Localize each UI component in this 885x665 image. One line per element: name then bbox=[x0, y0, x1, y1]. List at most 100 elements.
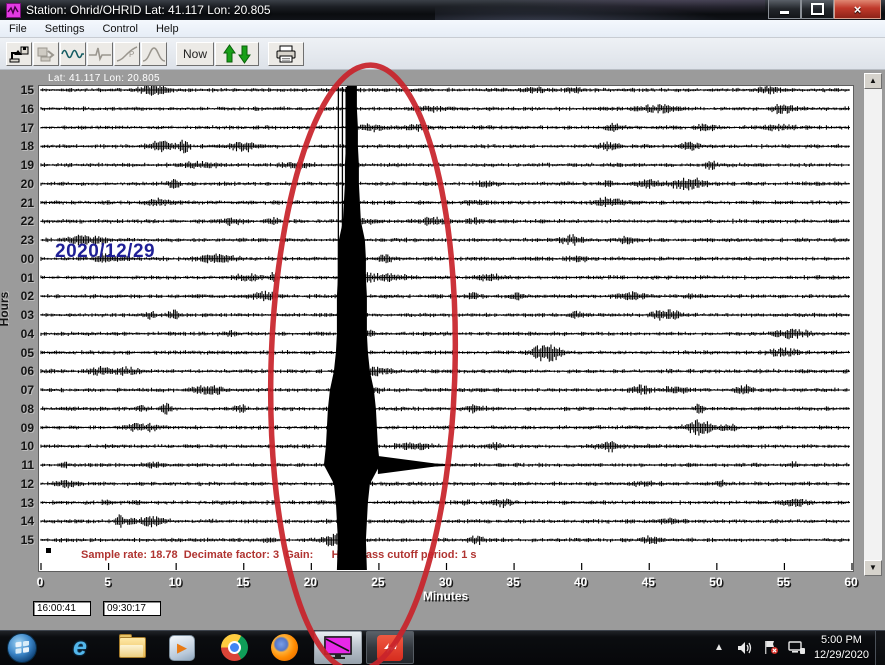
red-utility-app-icon bbox=[377, 635, 403, 661]
waveform-icon bbox=[61, 45, 85, 63]
hour-label: 10 bbox=[6, 440, 34, 452]
load-trace-button[interactable] bbox=[6, 42, 32, 66]
volume-icon[interactable] bbox=[732, 631, 758, 664]
action-center-flag-icon[interactable] bbox=[758, 631, 784, 664]
scroll-up-button[interactable]: ▲ bbox=[864, 73, 882, 89]
hour-label: 04 bbox=[6, 328, 34, 340]
taskbar: e ▶ ▲ bbox=[0, 630, 885, 665]
hour-label: 23 bbox=[6, 234, 34, 246]
file-explorer-button[interactable] bbox=[110, 631, 154, 664]
hour-label: 07 bbox=[6, 384, 34, 396]
hour-label: 11 bbox=[6, 459, 34, 471]
clock-time: 5:00 PM bbox=[814, 633, 869, 648]
seismograph-app-button-active[interactable] bbox=[314, 631, 362, 664]
menu-file[interactable]: File bbox=[0, 22, 36, 36]
menu-control[interactable]: Control bbox=[93, 22, 146, 36]
maximize-button[interactable] bbox=[801, 0, 834, 19]
minimize-button[interactable] bbox=[768, 0, 801, 19]
hour-label: 09 bbox=[6, 422, 34, 434]
red-utility-app-button[interactable] bbox=[366, 631, 414, 664]
now-button-label: Now bbox=[183, 47, 207, 61]
time-field-cursor[interactable]: 09:30:17 bbox=[103, 601, 161, 616]
hour-label: 15 bbox=[6, 84, 34, 96]
x-tick-label: 35 bbox=[506, 576, 519, 588]
hour-label: 19 bbox=[6, 159, 34, 171]
start-button[interactable] bbox=[0, 631, 44, 664]
x-tick-label: 55 bbox=[777, 576, 790, 588]
x-tick-label: 0 bbox=[37, 576, 44, 588]
seismogram-plot[interactable]: Sample rate: 18.78 Decimate factor: 3 Ga… bbox=[38, 85, 854, 572]
save-trace-icon bbox=[35, 45, 57, 63]
hour-label: 05 bbox=[6, 347, 34, 359]
close-button[interactable]: × bbox=[834, 0, 881, 19]
scale-buttons[interactable] bbox=[215, 42, 259, 66]
vertical-scrollbar[interactable]: ▲ ▼ bbox=[863, 72, 883, 577]
system-tray: ▲ 5:00 PM 12/29/2020 bbox=[706, 630, 885, 665]
x-tick-label: 50 bbox=[709, 576, 722, 588]
menu-bar: File Settings Control Help bbox=[0, 20, 885, 38]
print-icon bbox=[275, 45, 297, 63]
window-title: Station: Ohrid/OHRID Lat: 41.117 Lon: 20… bbox=[26, 3, 271, 17]
firefox-button[interactable] bbox=[262, 631, 306, 664]
hour-label: 12 bbox=[6, 478, 34, 490]
folder-icon bbox=[119, 637, 146, 658]
x-tick-label: 10 bbox=[168, 576, 181, 588]
hour-label: 15 bbox=[6, 534, 34, 546]
menu-help[interactable]: Help bbox=[147, 22, 188, 36]
x-tick-label: 15 bbox=[236, 576, 249, 588]
x-tick-label: 30 bbox=[439, 576, 452, 588]
hour-label: 13 bbox=[6, 497, 34, 509]
x-tick-label: 45 bbox=[642, 576, 655, 588]
now-button[interactable]: Now bbox=[176, 42, 214, 66]
hour-label: 06 bbox=[6, 365, 34, 377]
scroll-down-button[interactable]: ▼ bbox=[864, 560, 882, 576]
bell-filter-button-disabled[interactable] bbox=[141, 42, 167, 66]
app-window: Station: Ohrid/OHRID Lat: 41.117 Lon: 20… bbox=[0, 0, 885, 665]
save-trace-button-disabled[interactable] bbox=[33, 42, 59, 66]
hour-label: 17 bbox=[6, 122, 34, 134]
minimize-icon bbox=[780, 11, 789, 14]
hour-label: 16 bbox=[6, 103, 34, 115]
show-hidden-icons-button[interactable]: ▲ bbox=[706, 631, 732, 664]
time-field-start[interactable]: 16:00:41 bbox=[33, 601, 91, 616]
hour-label: 08 bbox=[6, 403, 34, 415]
x-tick-label: 40 bbox=[574, 576, 587, 588]
chrome-button[interactable] bbox=[212, 631, 256, 664]
hour-label: 02 bbox=[6, 290, 34, 302]
maximize-icon bbox=[811, 3, 824, 15]
media-player-button[interactable]: ▶ bbox=[160, 631, 204, 664]
load-trace-icon bbox=[8, 45, 30, 63]
waveform-button[interactable] bbox=[60, 42, 86, 66]
show-desktop-button[interactable] bbox=[875, 630, 885, 665]
hour-label: 21 bbox=[6, 197, 34, 209]
hour-label: 22 bbox=[6, 215, 34, 227]
clock-date: 12/29/2020 bbox=[814, 648, 869, 663]
seismograph-app-icon bbox=[323, 636, 353, 660]
x-tick-label: 20 bbox=[304, 576, 317, 588]
media-player-icon: ▶ bbox=[169, 635, 195, 661]
hour-label: 00 bbox=[6, 253, 34, 265]
hour-label: 14 bbox=[6, 515, 34, 527]
scale-up-icon bbox=[222, 44, 237, 64]
date-overlay: 2020/12/29 bbox=[55, 241, 155, 263]
toolbar: P Now bbox=[0, 38, 885, 70]
impulse-filter-button-disabled[interactable] bbox=[87, 42, 113, 66]
x-tick-label: 60 bbox=[844, 576, 857, 588]
hour-label: 18 bbox=[6, 140, 34, 152]
response-curve-button-disabled[interactable]: P bbox=[114, 42, 140, 66]
network-icon[interactable] bbox=[784, 631, 810, 664]
menu-settings[interactable]: Settings bbox=[36, 22, 94, 36]
scale-down-icon bbox=[237, 44, 252, 64]
print-button[interactable] bbox=[268, 42, 304, 66]
x-axis-title: Minutes bbox=[423, 590, 468, 602]
helicorder-client-area: Lat: 41.117 Lon: 20.805 Hours 1516171819… bbox=[0, 70, 885, 630]
windows-start-icon bbox=[7, 633, 37, 663]
taskbar-clock[interactable]: 5:00 PM 12/29/2020 bbox=[814, 633, 869, 663]
hour-label: 03 bbox=[6, 309, 34, 321]
plot-header-coordinates: Lat: 41.117 Lon: 20.805 bbox=[48, 73, 160, 84]
app-icon bbox=[6, 3, 21, 18]
internet-explorer-button[interactable]: e bbox=[58, 631, 102, 664]
title-bar: Station: Ohrid/OHRID Lat: 41.117 Lon: 20… bbox=[0, 0, 885, 20]
internet-explorer-icon: e bbox=[73, 635, 87, 660]
impulse-filter-icon bbox=[88, 45, 112, 63]
